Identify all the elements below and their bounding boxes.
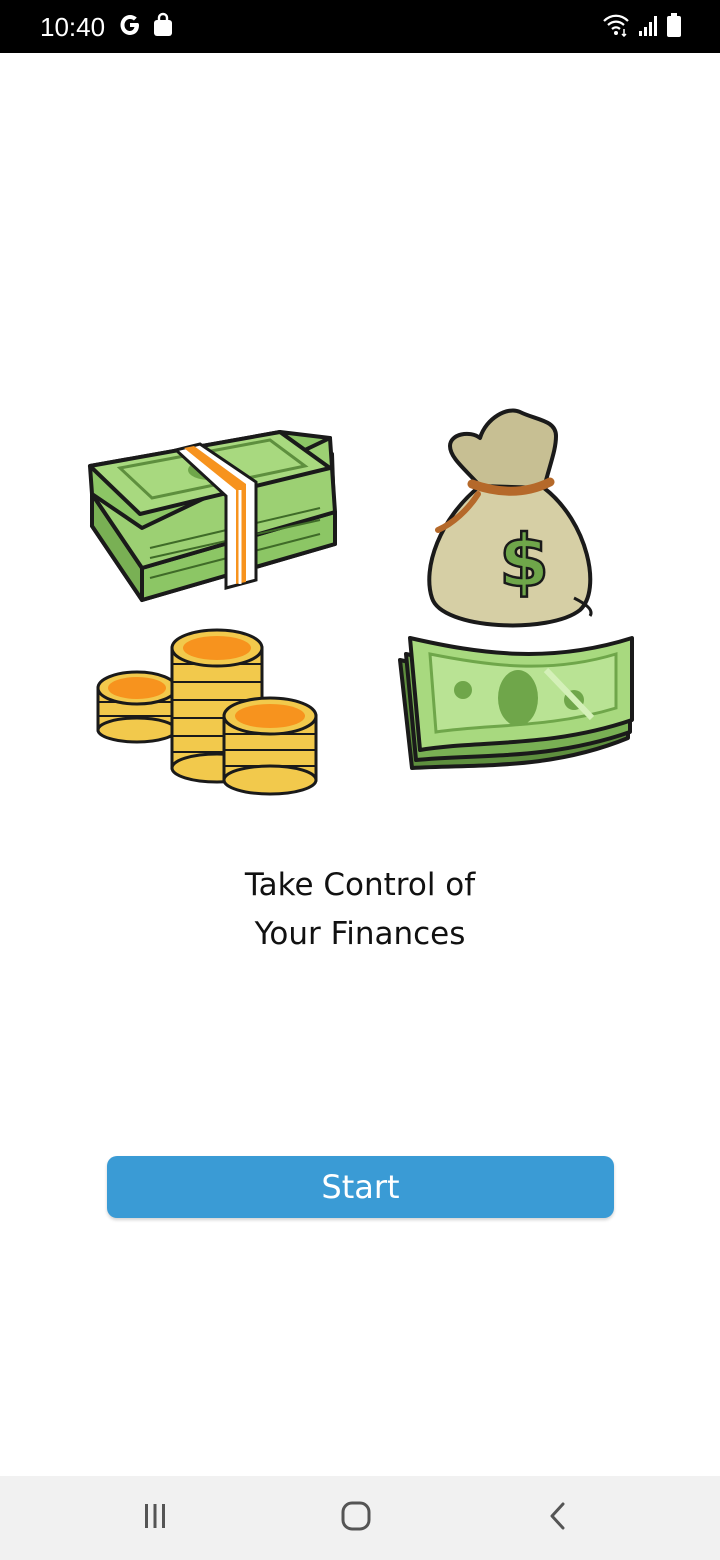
status-bar: 10:40 [0, 0, 720, 53]
home-icon [340, 1500, 372, 1537]
status-time: 10:40 [40, 12, 106, 42]
finance-illustration: $ [88, 408, 634, 796]
recents-button[interactable] [133, 1498, 177, 1538]
cash-stack-icon [88, 430, 337, 602]
wifi-icon [602, 13, 630, 42]
svg-text:$: $ [499, 519, 549, 603]
headline-line-1: Take Control of [244, 867, 476, 903]
start-button[interactable]: Start [107, 1156, 614, 1218]
google-icon [118, 12, 142, 43]
home-button[interactable] [334, 1498, 378, 1538]
back-icon [546, 1501, 570, 1536]
battery-icon [666, 12, 682, 43]
money-bag-icon: $ [427, 408, 593, 628]
banknotes-icon [398, 636, 634, 770]
shopping-bag-icon [152, 12, 174, 43]
signal-icon [638, 13, 658, 42]
status-right-icons [602, 12, 682, 43]
recents-icon [140, 1502, 170, 1535]
coins-stack-icon [96, 628, 318, 796]
headline-line-2: Your Finances [254, 916, 466, 952]
navigation-bar [0, 1476, 720, 1560]
main-content: $ Take Control of Your Finances Start [0, 53, 720, 1476]
headline: Take Control of Your Finances [0, 861, 720, 959]
back-button[interactable] [536, 1498, 580, 1538]
status-left-icons [118, 12, 174, 43]
